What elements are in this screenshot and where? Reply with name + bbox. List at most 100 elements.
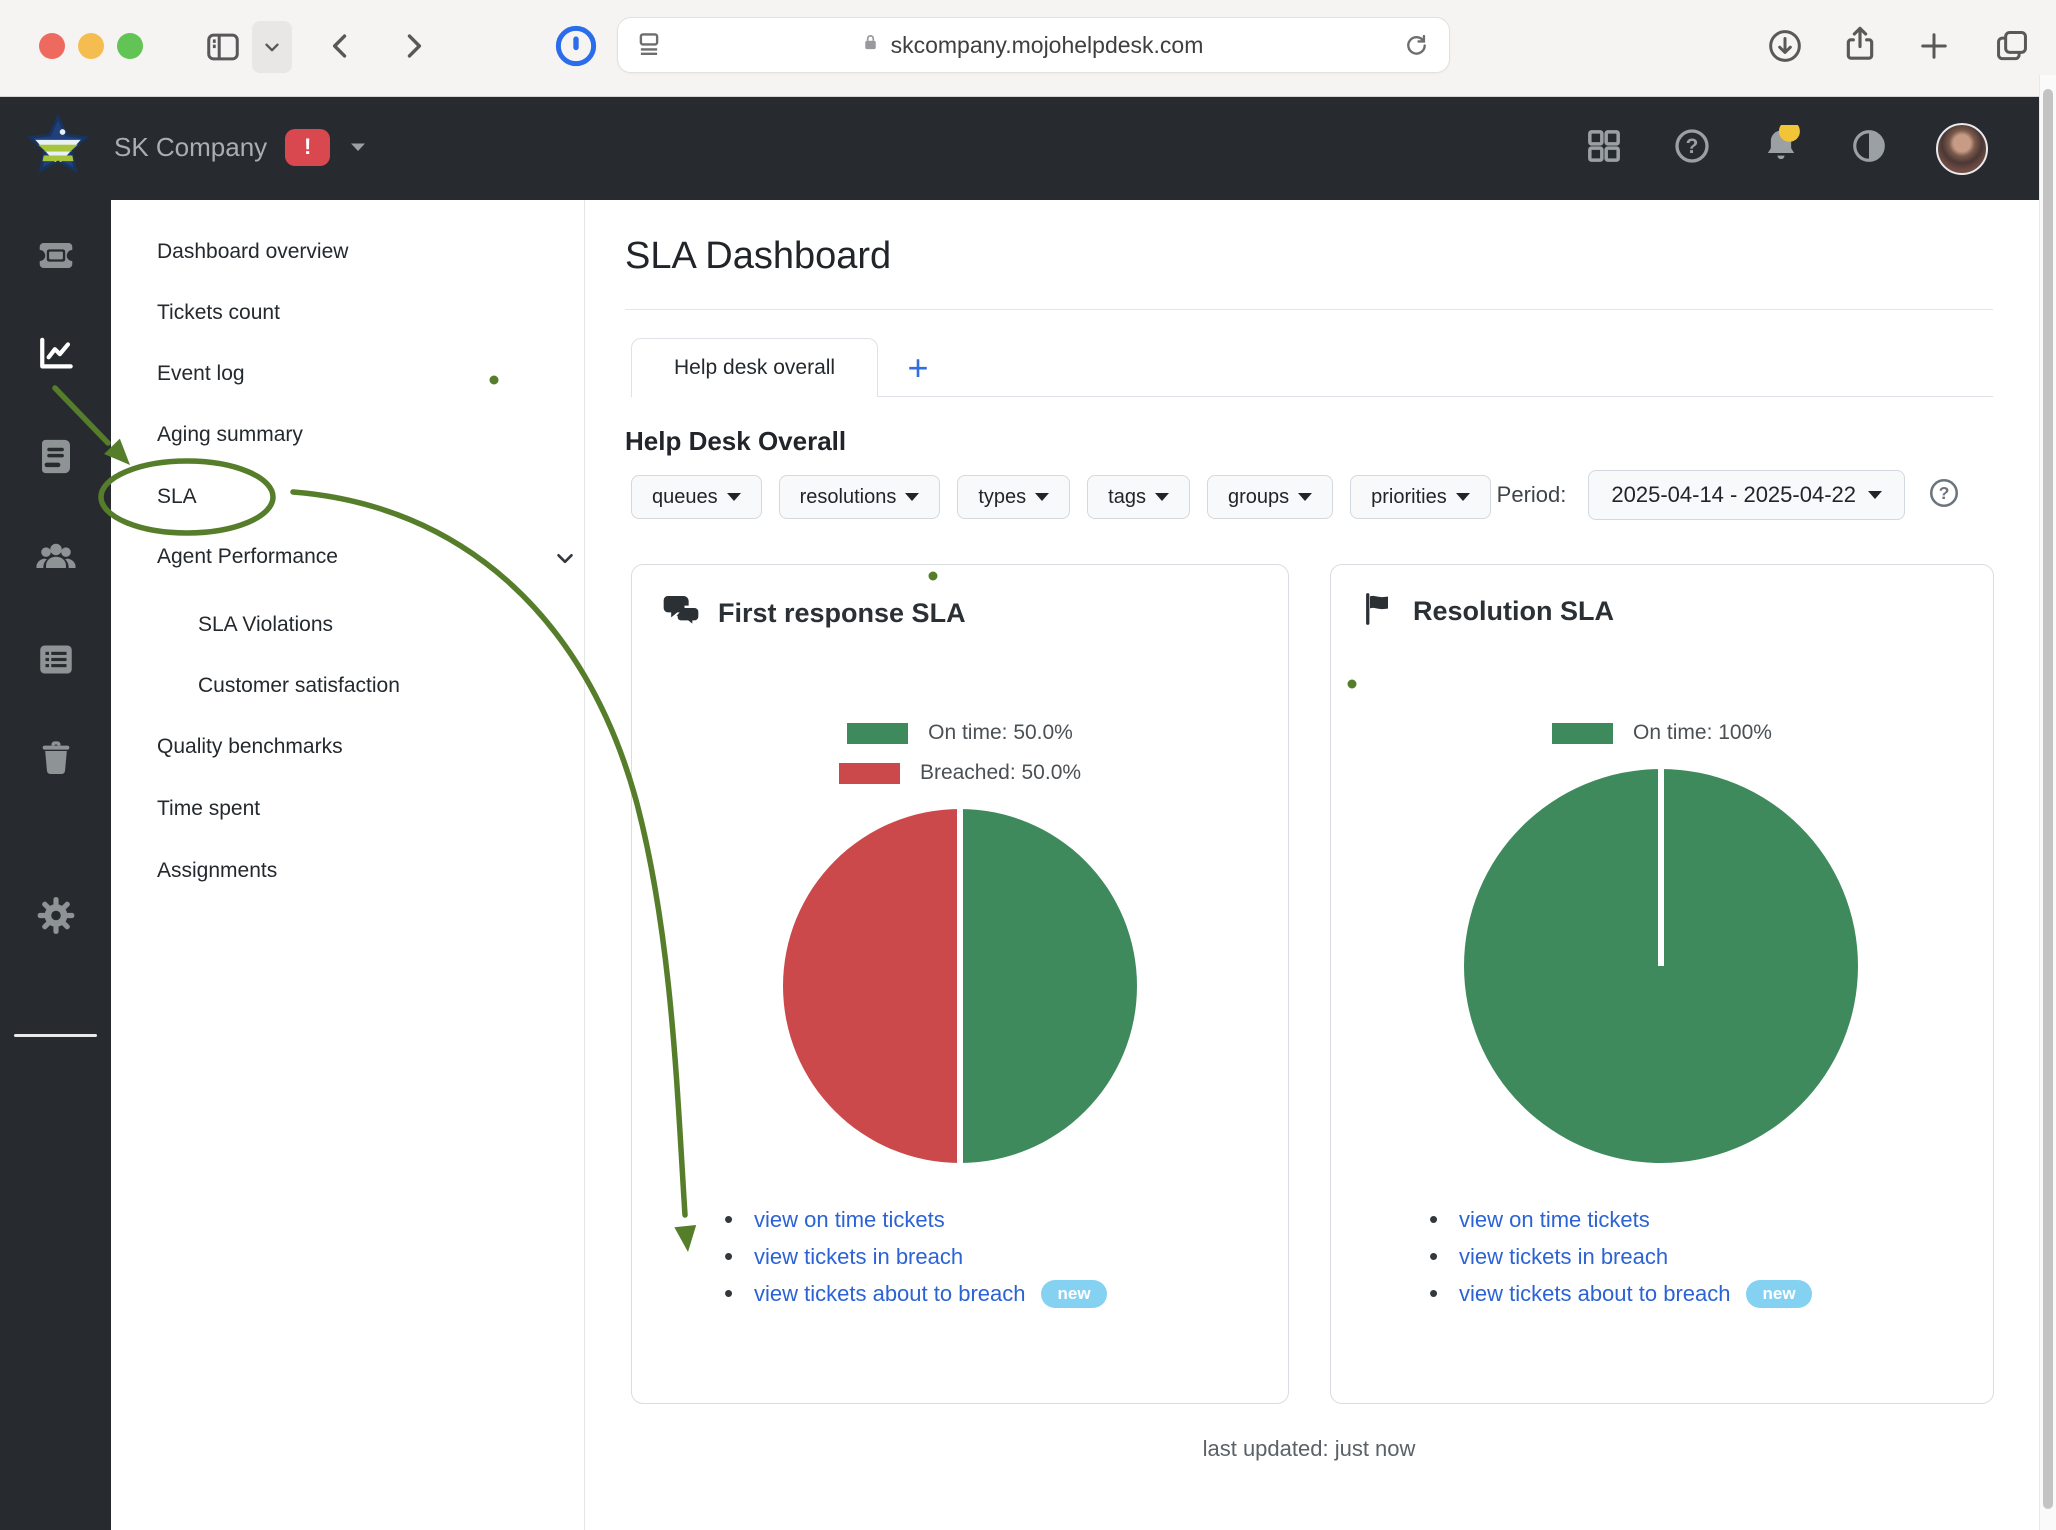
sidebar-item-event-log[interactable]: Event log: [157, 354, 564, 394]
close-window-button[interactable]: [39, 33, 65, 59]
scrollbar-track: [2039, 75, 2056, 1530]
forms-list-icon[interactable]: [35, 639, 77, 686]
knowledge-base-icon[interactable]: [35, 436, 77, 483]
user-avatar[interactable]: [1936, 123, 1988, 175]
sidebar-item-agent-performance[interactable]: Agent Performance: [157, 537, 564, 577]
app-header: SK Company ! ?: [0, 97, 2056, 200]
filter-types[interactable]: types: [957, 475, 1070, 519]
filter-tags[interactable]: tags: [1087, 475, 1190, 519]
url-text[interactable]: skcompany.mojohelpdesk.com: [891, 32, 1204, 59]
rail-divider: [14, 1034, 97, 1037]
help-icon[interactable]: ?: [1672, 126, 1712, 171]
sidebar-item-aging-summary[interactable]: Aging summary: [157, 415, 564, 455]
sidebar-item-sla[interactable]: SLA: [157, 477, 564, 517]
back-button[interactable]: [315, 18, 367, 74]
notifications-bell-icon[interactable]: [1760, 125, 1802, 172]
chat-bubbles-icon: [662, 591, 702, 636]
lock-icon: [860, 32, 881, 59]
sidebar-item-tickets-count[interactable]: Tickets count: [157, 293, 564, 333]
flag-icon: [1361, 591, 1397, 632]
forward-button[interactable]: [387, 18, 439, 74]
page: skcompany.mojohelpdesk.com: [0, 0, 2056, 1530]
mojo-logo-icon: [24, 105, 92, 189]
list-item: view tickets about to breach new: [1423, 1275, 1812, 1312]
list-item: view tickets in breach: [718, 1238, 1107, 1275]
icon-rail: [0, 200, 111, 1530]
last-updated-text: last updated: just now: [625, 1436, 1993, 1462]
share-icon[interactable]: [1832, 16, 1888, 72]
sidebar-item-quality-benchmarks[interactable]: Quality benchmarks: [157, 727, 564, 767]
period-dropdown[interactable]: 2025-04-14 - 2025-04-22: [1588, 470, 1905, 520]
window-controls: [39, 33, 143, 59]
svg-text:?: ?: [1939, 482, 1950, 502]
settings-gear-icon[interactable]: [34, 894, 78, 943]
view-on-time-tickets-link[interactable]: view on time tickets: [754, 1207, 945, 1233]
scrollbar-thumb[interactable]: [2043, 89, 2053, 1509]
list-item: view tickets about to breach new: [718, 1275, 1107, 1312]
reload-icon[interactable]: [1383, 32, 1449, 59]
period-control: Period: 2025-04-14 - 2025-04-22 ?: [1497, 470, 1961, 520]
view-tickets-about-to-breach-link[interactable]: view tickets about to breach: [1459, 1281, 1730, 1307]
sidebar-item-time-spent[interactable]: Time spent: [157, 789, 564, 829]
filters-row: queues resolutions types tags groups pri…: [631, 475, 1491, 519]
card-links: view on time tickets view tickets in bre…: [718, 1201, 1107, 1312]
period-help-icon[interactable]: ?: [1927, 476, 1961, 515]
card-links: view on time tickets view tickets in bre…: [1423, 1201, 1812, 1312]
tickets-icon[interactable]: [33, 233, 79, 284]
zoom-window-button[interactable]: [117, 33, 143, 59]
section-heading: Help Desk Overall: [625, 426, 846, 457]
new-tab-icon[interactable]: [1906, 18, 1962, 74]
first-response-pie-chart: [783, 809, 1137, 1163]
card-title: Resolution SLA: [1413, 596, 1614, 627]
legend-swatch-on-time: [847, 723, 908, 744]
new-badge: new: [1041, 1280, 1106, 1308]
filter-groups[interactable]: groups: [1207, 475, 1333, 519]
contrast-toggle-icon[interactable]: [1850, 127, 1888, 170]
card-title: First response SLA: [718, 598, 966, 629]
resolution-sla-card: Resolution SLA On time: 100% view on tim…: [1330, 564, 1994, 1404]
list-item: view on time tickets: [1423, 1201, 1812, 1238]
tab-help-desk-overall[interactable]: Help desk overall: [631, 338, 878, 397]
new-badge: new: [1746, 1280, 1811, 1308]
chevron-down-icon[interactable]: [552, 545, 578, 577]
filter-queues[interactable]: queues: [631, 475, 762, 519]
reader-view-icon[interactable]: [618, 30, 680, 60]
first-response-sla-card: First response SLA On time: 50.0% Breach…: [631, 564, 1289, 1404]
legend-swatch-breached: [839, 763, 900, 784]
view-tickets-in-breach-link[interactable]: view tickets in breach: [754, 1244, 963, 1270]
alert-badge[interactable]: !: [285, 129, 330, 166]
reports-icon[interactable]: [34, 333, 78, 382]
sidebar-menu-chevron[interactable]: [252, 21, 292, 73]
users-icon[interactable]: [33, 535, 79, 586]
sidebar-item-sla-violations[interactable]: SLA Violations: [198, 605, 564, 645]
filter-priorities[interactable]: priorities: [1350, 475, 1491, 519]
reports-sidebar: Dashboard overview Tickets count Event l…: [111, 200, 585, 1530]
main-content: SLA Dashboard Help desk overall + Help D…: [585, 200, 2056, 1530]
account-caret-icon[interactable]: [346, 135, 370, 159]
resolution-pie-chart: [1464, 769, 1858, 1163]
downloads-icon[interactable]: [1757, 18, 1813, 74]
sidebar-item-assignments[interactable]: Assignments: [157, 851, 564, 891]
address-bar[interactable]: skcompany.mojohelpdesk.com: [617, 17, 1450, 73]
page-title: SLA Dashboard: [625, 235, 891, 278]
tab-overview-icon[interactable]: [1984, 18, 2040, 74]
view-tickets-about-to-breach-link[interactable]: view tickets about to breach: [754, 1281, 1025, 1307]
password-manager-icon[interactable]: [548, 18, 604, 74]
minimize-window-button[interactable]: [78, 33, 104, 59]
filter-resolutions[interactable]: resolutions: [779, 475, 941, 519]
account-switcher[interactable]: SK Company !: [24, 105, 370, 189]
sidebar-toggle-icon[interactable]: [197, 21, 249, 73]
view-on-time-tickets-link[interactable]: view on time tickets: [1459, 1207, 1650, 1233]
sidebar-item-customer-satisfaction[interactable]: Customer satisfaction: [198, 666, 564, 706]
svg-text:?: ?: [1686, 135, 1699, 158]
view-tickets-in-breach-link[interactable]: view tickets in breach: [1459, 1244, 1668, 1270]
apps-grid-icon[interactable]: [1584, 126, 1624, 171]
trash-icon[interactable]: [36, 739, 76, 784]
list-item: view tickets in breach: [1423, 1238, 1812, 1275]
sidebar-item-dashboard-overview[interactable]: Dashboard overview: [157, 232, 564, 272]
legend-swatch-on-time: [1552, 723, 1613, 744]
add-tab-button[interactable]: +: [888, 338, 948, 397]
pie-legend: On time: 100%: [1331, 721, 1993, 745]
title-divider: [625, 309, 1993, 310]
list-item: view on time tickets: [718, 1201, 1107, 1238]
